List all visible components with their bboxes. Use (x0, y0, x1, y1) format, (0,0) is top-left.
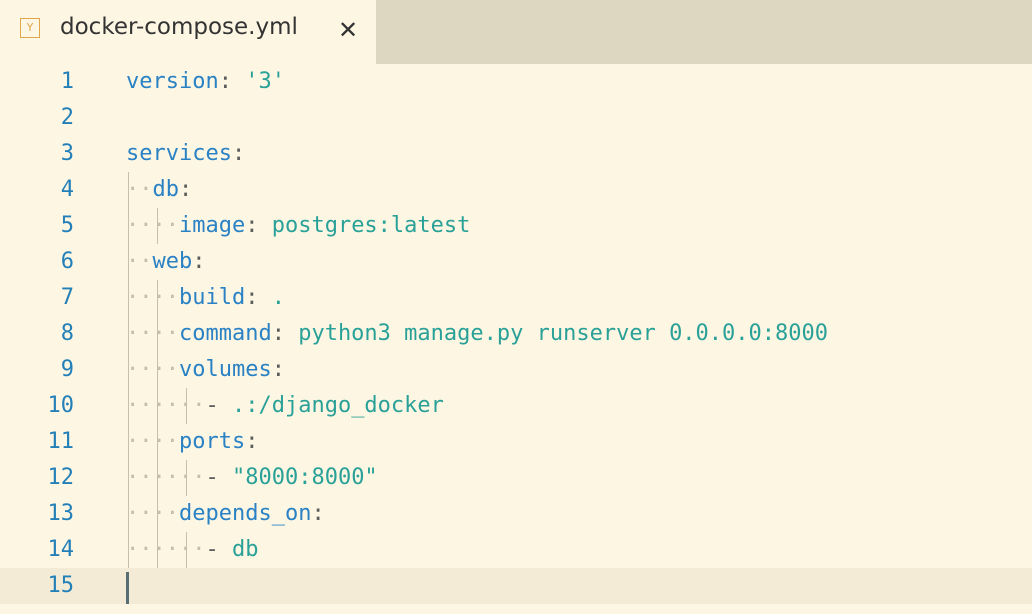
line-number: 3 (60, 141, 74, 166)
yaml-colon: : (311, 501, 325, 526)
line-number: 2 (60, 105, 74, 130)
yaml-key: image (178, 213, 246, 238)
close-icon[interactable]: ✕ (338, 14, 358, 46)
code-text: ··db: (126, 172, 192, 208)
yaml-list-dash: - (205, 393, 232, 418)
yaml-colon: : (271, 321, 285, 346)
yaml-value: '3' (245, 69, 285, 94)
whitespace-marker: ···· (126, 357, 179, 382)
whitespace-marker: ···· (126, 429, 179, 454)
line-number: 10 (47, 393, 75, 418)
yaml-key: volumes (178, 357, 272, 382)
code-text: ······- "8000:8000" (126, 460, 378, 496)
code-text: ······- .:/django_docker (126, 388, 444, 424)
line-number: 12 (47, 465, 75, 490)
whitespace-marker: ······ (126, 465, 206, 490)
code-line[interactable]: 6 ··web: (0, 244, 1032, 280)
code-line[interactable]: 12 ······- "8000:8000" (0, 460, 1032, 496)
yaml-colon: : (271, 357, 285, 382)
yaml-list-item: .:/django_docker (231, 393, 444, 418)
code-line[interactable]: 15 (0, 568, 1032, 604)
yaml-colon: : (231, 141, 246, 166)
yaml-list-item: db (231, 537, 259, 562)
code-text: ····command: python3 manage.py runserver… (126, 316, 828, 352)
code-line[interactable]: 10 ······- .:/django_docker (0, 388, 1032, 424)
code-text: ····ports: (126, 424, 258, 460)
code-line[interactable]: 8 ····command: python3 manage.py runserve… (0, 316, 1032, 352)
tab-title[interactable]: docker-compose.yml (60, 14, 298, 40)
whitespace-marker: ···· (126, 213, 179, 238)
yaml-key: web (152, 249, 193, 274)
line-number: 6 (60, 249, 74, 274)
yaml-key: command (178, 321, 272, 346)
code-line[interactable]: 4 ··db: (0, 172, 1032, 208)
code-line[interactable]: 3 services: (0, 136, 1032, 172)
whitespace-marker: ·· (126, 177, 153, 202)
line-number: 4 (60, 177, 74, 202)
line-number: 15 (47, 573, 75, 598)
whitespace-marker: ···· (126, 501, 179, 526)
yaml-key: ports (178, 429, 246, 454)
yaml-key: services (126, 141, 232, 166)
code-text: ··web: (126, 244, 206, 280)
code-text: version: '3' (126, 64, 285, 100)
yaml-colon: : (179, 177, 193, 202)
yaml-colon: : (192, 249, 206, 274)
line-number: 8 (60, 321, 74, 346)
yaml-value: python3 manage.py runserver 0.0.0.0:8000 (298, 321, 829, 346)
yaml-colon: : (245, 429, 259, 454)
yaml-key: depends_on (178, 501, 312, 526)
code-line[interactable]: 9 ····volumes: (0, 352, 1032, 388)
line-number: 14 (47, 537, 75, 562)
whitespace-marker: ·· (126, 249, 153, 274)
whitespace-marker: ···· (126, 285, 179, 310)
code-line[interactable]: 1 version: '3' (0, 64, 1032, 100)
line-number: 1 (60, 69, 74, 94)
code-text: services: (126, 136, 245, 172)
code-line[interactable]: 14 ······- db (0, 532, 1032, 568)
yaml-key: build (178, 285, 246, 310)
code-text: ····image: postgres:latest (126, 208, 470, 244)
whitespace-marker: ······ (126, 537, 206, 562)
line-number: 11 (47, 429, 75, 454)
yaml-key: version (126, 69, 219, 94)
yaml-colon: : (245, 285, 259, 310)
code-line[interactable]: 11 ····ports: (0, 424, 1032, 460)
file-tab[interactable]: Y docker-compose.yml ✕ (0, 0, 376, 64)
tab-bar: Y docker-compose.yml ✕ (0, 0, 1032, 64)
code-line[interactable]: 7 ····build: . (0, 280, 1032, 316)
line-number: 5 (60, 213, 74, 238)
yaml-list-dash: - (205, 465, 232, 490)
code-line[interactable]: 13 ····depends_on: (0, 496, 1032, 532)
yaml-key: db (152, 177, 180, 202)
code-text: ····build: . (126, 280, 285, 316)
line-number: 13 (47, 501, 75, 526)
yaml-colon: : (218, 69, 232, 94)
yaml-colon: : (245, 213, 259, 238)
code-line[interactable]: 5 ····image: postgres:latest (0, 208, 1032, 244)
line-number: 9 (60, 357, 74, 382)
yaml-list-item: "8000:8000" (231, 465, 378, 490)
yaml-file-icon: Y (20, 18, 40, 38)
code-text: ····volumes: (126, 352, 285, 388)
text-cursor (126, 572, 129, 604)
code-text: ······- db (126, 532, 258, 568)
code-line[interactable]: 2 (0, 100, 1032, 136)
code-editor[interactable]: 1 version: '3' 2 3 services: 4 ··db: 5 ····image… (0, 64, 1032, 614)
yaml-value: postgres:latest (271, 213, 471, 238)
line-number: 7 (60, 285, 74, 310)
code-text: ····depends_on: (126, 496, 325, 532)
yaml-list-dash: - (205, 537, 232, 562)
whitespace-marker: ······ (126, 393, 206, 418)
whitespace-marker: ···· (126, 321, 179, 346)
yaml-value: . (271, 285, 285, 310)
